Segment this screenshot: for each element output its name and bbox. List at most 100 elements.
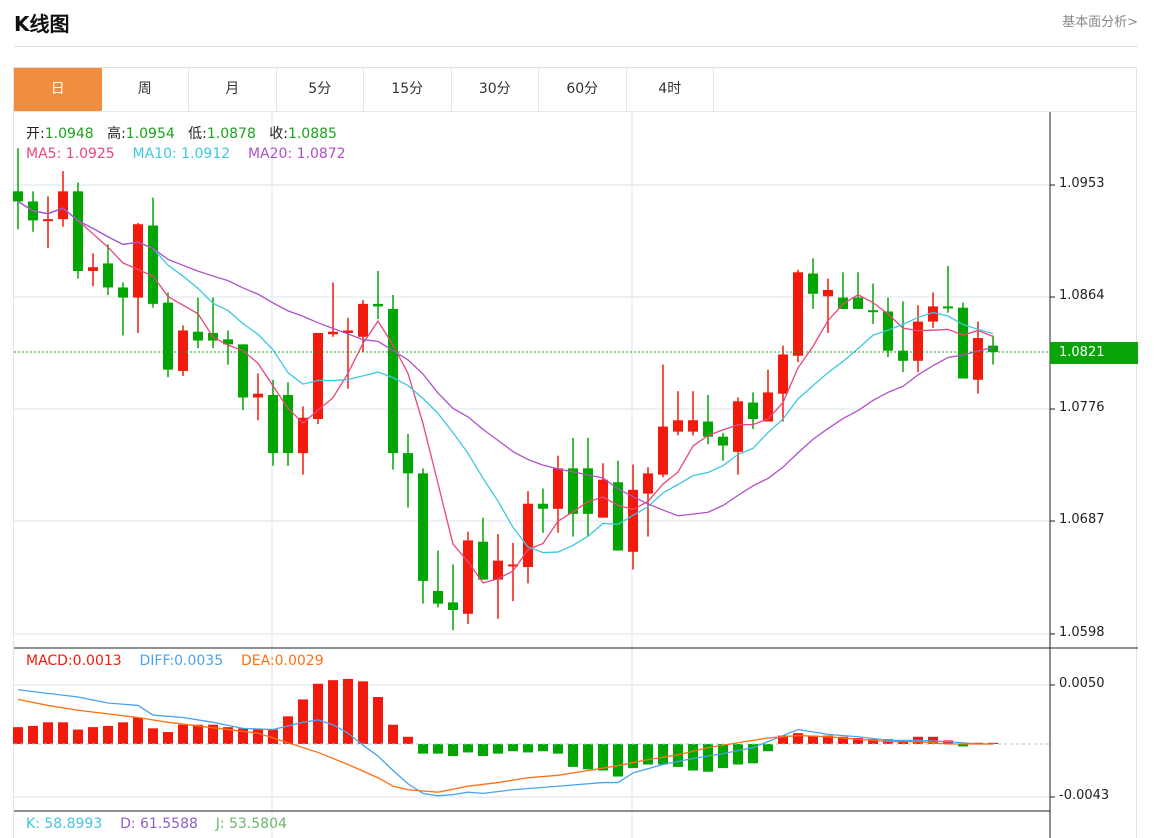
macd-bar (193, 724, 203, 744)
macd-bar (643, 744, 653, 765)
high-value: 1.0954 (125, 126, 175, 142)
high-label: 高: (107, 126, 126, 142)
candle-down (373, 303, 383, 307)
candle-up (913, 321, 923, 361)
candle-up (523, 503, 533, 567)
ohlc-legend: 开:1.0948 高:1.0954 低:1.0878 收:1.0885 (26, 123, 337, 143)
macd-bar (793, 733, 803, 744)
kdj-legend: K: 58.8993 D: 61.5588 J: 53.5804 (26, 816, 287, 832)
macd-bar (163, 731, 173, 744)
macd-bar (13, 727, 23, 744)
candle-down (268, 394, 278, 454)
candle-down (193, 331, 203, 341)
candle-up (778, 354, 788, 394)
low-value: 1.0878 (206, 126, 256, 142)
macd-bar (103, 725, 113, 744)
candle-up (643, 473, 653, 494)
macd-bar (58, 722, 68, 744)
macd-bar (313, 683, 323, 744)
candle-down (868, 310, 878, 313)
dea-line (17, 698, 993, 793)
candle-up (58, 191, 68, 220)
current-price-label: 1.0821 (1050, 342, 1138, 364)
d-value: D: 61.5588 (120, 816, 198, 832)
price-tick: 1.0953 (1059, 176, 1105, 191)
dea-value: DEA:0.0029 (240, 653, 324, 669)
candle-up (358, 303, 368, 337)
candle-up (328, 331, 338, 335)
macd-bar (553, 744, 563, 754)
ma5-legend: MA5: 1.0925 (26, 146, 115, 162)
macd-bar (508, 744, 518, 752)
candle-up (178, 330, 188, 371)
macd-bar (358, 681, 368, 744)
candle-down (538, 503, 548, 509)
macd-tick: 0.0050 (1059, 676, 1105, 691)
macd-bar (463, 744, 473, 753)
candle-up (973, 338, 983, 380)
candle-down (403, 453, 413, 474)
candle-down (613, 482, 623, 551)
candle-up (658, 426, 668, 475)
candle-down (73, 191, 83, 272)
candle-down (853, 297, 863, 309)
price-tick: 1.0598 (1059, 625, 1105, 640)
macd-bar (763, 744, 773, 752)
diff-value: DIFF:0.0035 (139, 653, 224, 669)
close-label: 收: (269, 126, 288, 142)
k-value: K: 58.8993 (26, 816, 103, 832)
candle-down (478, 541, 488, 580)
candle-down (103, 263, 113, 288)
ma10-line (17, 200, 994, 554)
candle-up (313, 332, 323, 419)
macd-bar (43, 722, 53, 744)
macd-bar (418, 744, 428, 754)
price-tick: 1.0864 (1059, 288, 1105, 303)
candle-up (763, 392, 773, 422)
macd-bar (118, 722, 128, 744)
macd-bar (433, 744, 443, 754)
macd-bar (733, 744, 743, 765)
macd-bar (133, 717, 143, 744)
candle-up (88, 267, 98, 272)
candle-down (418, 473, 428, 581)
macd-bar (598, 744, 608, 771)
candle-up (43, 219, 53, 222)
macd-bar (658, 744, 668, 765)
candle-up (793, 272, 803, 356)
macd-bar (613, 744, 623, 777)
price-tick: 1.0687 (1059, 512, 1105, 527)
ma10-legend: MA10: 1.0912 (132, 146, 231, 162)
macd-bar (628, 744, 638, 769)
candle-down (448, 602, 458, 610)
macd-bar (148, 728, 158, 744)
macd-bar (253, 729, 263, 744)
macd-bar (28, 725, 38, 744)
macd-bar (493, 744, 503, 754)
candle-up (673, 420, 683, 432)
macd-bar (343, 678, 353, 744)
macd-bar (388, 724, 398, 744)
candle-up (688, 420, 698, 432)
macd-bar (73, 729, 83, 744)
macd-bar (478, 744, 488, 757)
candle-down (958, 307, 968, 379)
candle-down (943, 306, 953, 309)
j-value: J: 53.5804 (215, 816, 287, 832)
ma-legend: MA5: 1.0925 MA10: 1.0912 MA20: 1.0872 (26, 146, 346, 162)
macd-bar (403, 736, 413, 744)
macd-bar (448, 744, 458, 757)
candle-up (253, 393, 263, 398)
candle-down (808, 273, 818, 294)
close-value: 1.0885 (287, 126, 337, 142)
candle-down (388, 308, 398, 454)
candle-down (118, 287, 128, 298)
macd-bar (718, 744, 728, 769)
macd-bar (88, 727, 98, 744)
candle-down (163, 302, 173, 370)
candle-down (433, 591, 443, 604)
candle-down (13, 191, 23, 202)
candle-up (553, 468, 563, 509)
macd-value: MACD:0.0013 (26, 653, 122, 669)
macd-bar (538, 744, 548, 752)
